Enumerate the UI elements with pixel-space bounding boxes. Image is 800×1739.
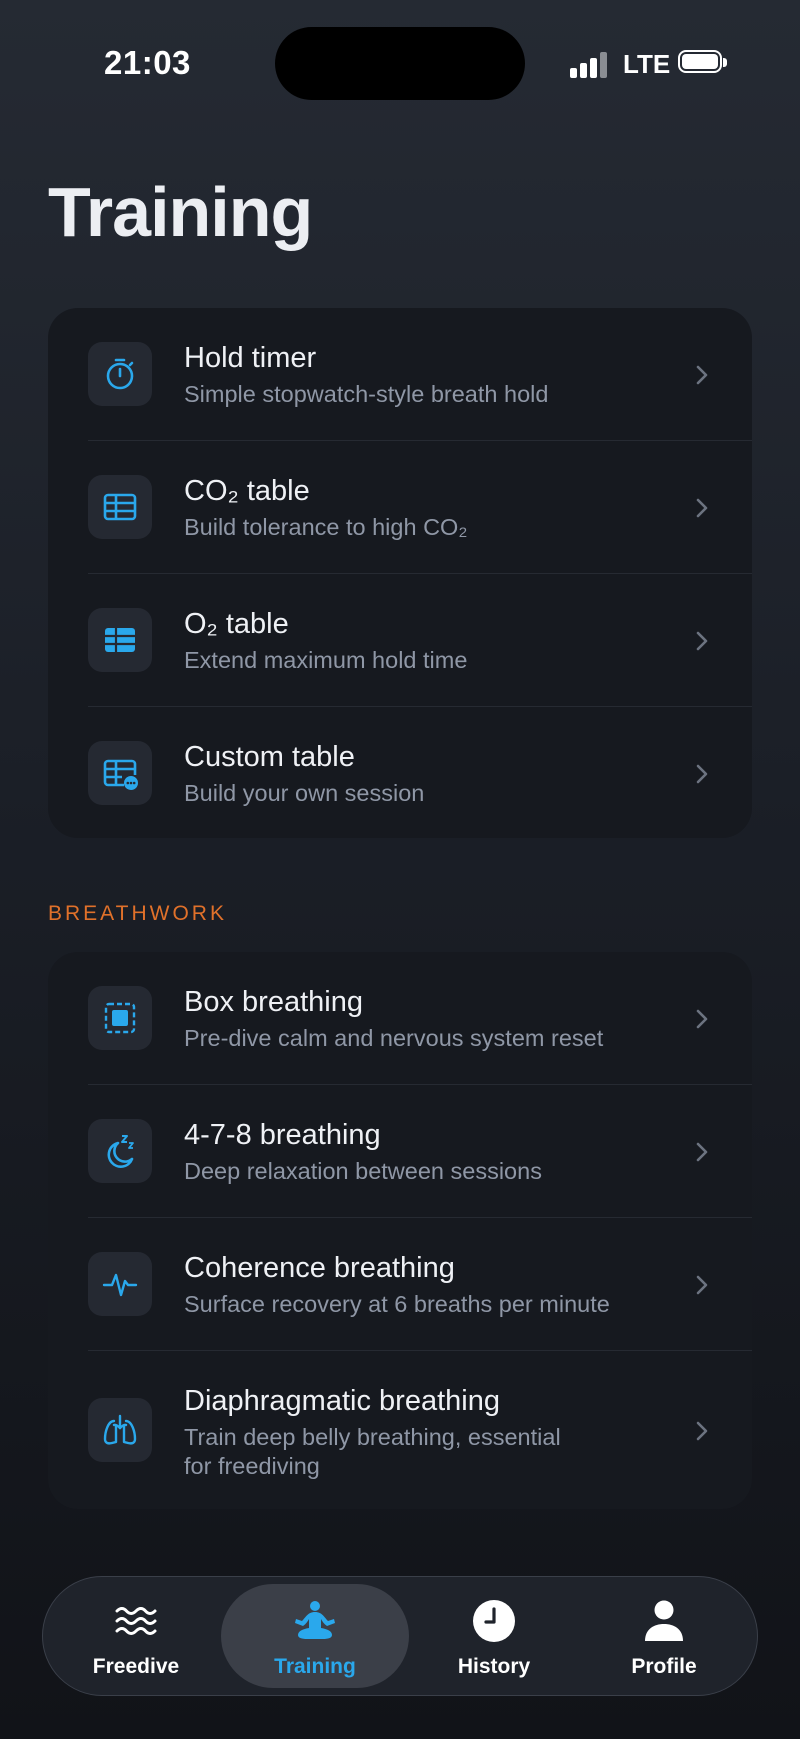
table-icon — [88, 475, 152, 539]
list-item-title: Hold timer — [184, 342, 317, 374]
tab-label: Profile — [631, 1655, 697, 1678]
stopwatch-icon — [88, 342, 152, 406]
list-item-title: 4-7-8 breathing — [184, 1119, 381, 1151]
list-item-subtitle: Simple stopwatch-style breath hold — [184, 381, 549, 407]
square-target-icon — [88, 986, 152, 1050]
list-item-title: Custom table — [184, 741, 355, 773]
chevron-right-icon — [696, 498, 708, 518]
list-item-custom-table[interactable]: Custom table Build your own session — [48, 707, 752, 838]
status-time: 21:03 — [104, 44, 191, 81]
signal-strength-icon — [570, 52, 610, 78]
network-type: LTE — [623, 49, 671, 79]
list-item-subtitle: Train deep belly breathing, essential — [184, 1424, 561, 1450]
list-item-subtitle-continued: for freediving — [184, 1453, 320, 1479]
battery-icon — [678, 50, 728, 75]
chevron-right-icon — [696, 1421, 708, 1441]
list-item-subtitle: Build your own session — [184, 780, 425, 806]
list-item-subtitle: Surface recovery at 6 breaths per minute — [184, 1291, 610, 1317]
chevron-right-icon — [696, 1275, 708, 1295]
meditation-icon — [295, 1601, 335, 1639]
list-item-box-breathing[interactable]: Box breathing Pre-dive calm and nervous … — [48, 952, 752, 1085]
list-item-title: O₂ table — [184, 608, 289, 640]
list-item-title: Coherence breathing — [184, 1252, 455, 1284]
list-item-diaphragmatic-breathing[interactable]: Diaphragmatic breathing Train deep belly… — [48, 1351, 752, 1509]
waves-icon — [115, 1607, 157, 1635]
list-item-478-breathing[interactable]: 4-7-8 breathing Deep relaxation between … — [48, 1085, 752, 1218]
tab-bar: Freedive Training History Profile — [42, 1576, 758, 1696]
page-title: Training — [48, 173, 313, 251]
list-item-subtitle: Extend maximum hold time — [184, 647, 468, 673]
training-list: Hold timer Simple stopwatch-style breath… — [48, 308, 752, 838]
status-bar: 21:03 LTE — [0, 0, 800, 130]
list-item-subtitle: Deep relaxation between sessions — [184, 1158, 542, 1184]
list-item-hold-timer[interactable]: Hold timer Simple stopwatch-style breath… — [48, 308, 752, 441]
tab-profile[interactable]: Profile — [579, 1577, 749, 1694]
dynamic-island — [275, 27, 525, 100]
table-ellipsis-icon — [88, 741, 152, 805]
tab-label: Training — [274, 1655, 356, 1678]
section-label-breathwork: BREATHWORK — [48, 902, 227, 925]
chevron-right-icon — [696, 631, 708, 651]
chevron-right-icon — [696, 764, 708, 784]
tab-label: Freedive — [92, 1655, 180, 1678]
heartbeat-icon — [88, 1252, 152, 1316]
list-item-title: Diaphragmatic breathing — [184, 1385, 500, 1417]
tab-label: History — [457, 1655, 531, 1678]
breathwork-list: Box breathing Pre-dive calm and nervous … — [48, 952, 752, 1509]
list-item-coherence-breathing[interactable]: Coherence breathing Surface recovery at … — [48, 1218, 752, 1351]
list-item-subtitle: Build tolerance to high CO₂ — [184, 514, 468, 540]
list-item-title: Box breathing — [184, 986, 363, 1018]
list-item-co2-table[interactable]: CO₂ table Build tolerance to high CO₂ — [48, 441, 752, 574]
person-icon — [645, 1600, 683, 1641]
chevron-right-icon — [696, 365, 708, 385]
tab-training[interactable]: Training — [221, 1577, 409, 1694]
chevron-right-icon — [696, 1142, 708, 1162]
table-filled-icon — [88, 608, 152, 672]
clock-icon — [473, 1600, 515, 1642]
lungs-icon — [88, 1398, 152, 1462]
chevron-right-icon — [696, 1009, 708, 1029]
tab-freedive[interactable]: Freedive — [53, 1577, 219, 1694]
list-item-o2-table[interactable]: O₂ table Extend maximum hold time — [48, 574, 752, 707]
tab-history[interactable]: History — [409, 1577, 579, 1694]
list-item-subtitle: Pre-dive calm and nervous system reset — [184, 1025, 604, 1051]
moon-sleep-icon — [88, 1119, 152, 1183]
list-item-title: CO₂ table — [184, 475, 310, 507]
